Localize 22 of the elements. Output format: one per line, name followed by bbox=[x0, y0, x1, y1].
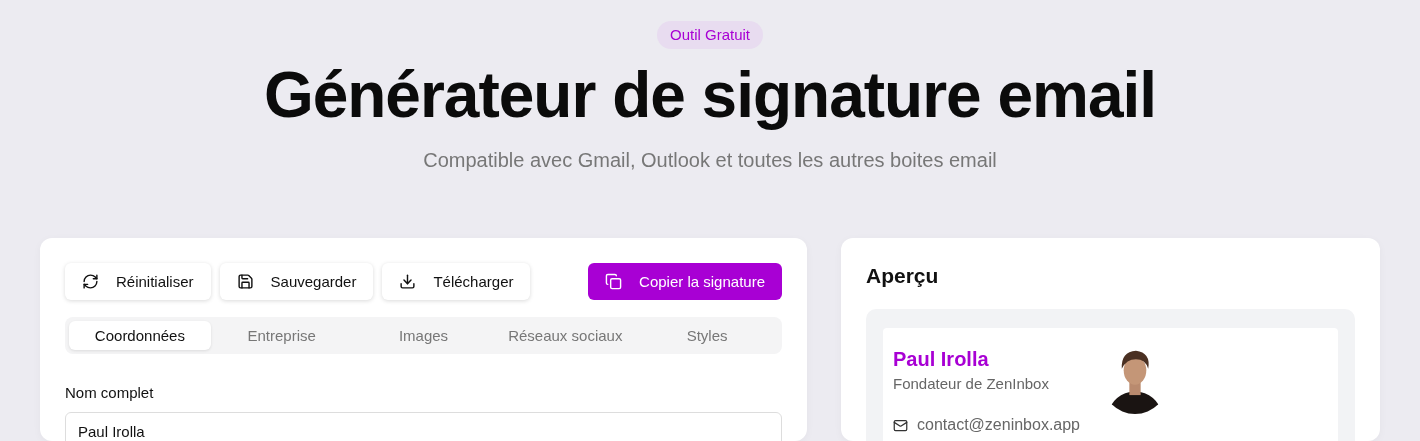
tag-badge: Outil Gratuit bbox=[657, 21, 763, 49]
signature-role: Fondateur de ZenInbox bbox=[893, 375, 1050, 392]
copy-signature-button[interactable]: Copier la signature bbox=[588, 263, 782, 300]
download-icon bbox=[399, 273, 417, 290]
refresh-icon bbox=[82, 273, 99, 290]
tab[interactable]: Images bbox=[352, 321, 495, 350]
download-button[interactable]: Télécharger bbox=[382, 263, 531, 300]
input-field[interactable]: Paul Irolla bbox=[65, 412, 782, 441]
copy-icon bbox=[605, 273, 623, 290]
page-title: Générateur de signature email bbox=[263, 58, 1157, 133]
tab[interactable]: Entreprise bbox=[210, 321, 353, 350]
page-subtitle: Compatible avec Gmail, Outlook et toutes les autres boites email bbox=[423, 149, 997, 172]
reset-button[interactable]: Réinitialiser bbox=[65, 263, 211, 300]
signature-name: Paul Irolla bbox=[893, 348, 990, 371]
envelope-icon bbox=[893, 417, 908, 433]
preview-title: Aperçu bbox=[866, 264, 940, 288]
tab[interactable]: Réseaux sociaux bbox=[494, 321, 637, 350]
tab[interactable]: Styles bbox=[636, 321, 778, 350]
tab[interactable]: Coordonnées bbox=[69, 321, 211, 350]
field-label: Nom complet bbox=[65, 384, 155, 401]
contact-text: contact@zeninbox.app bbox=[917, 416, 1080, 434]
save-button[interactable]: Sauvegarder bbox=[219, 263, 374, 300]
